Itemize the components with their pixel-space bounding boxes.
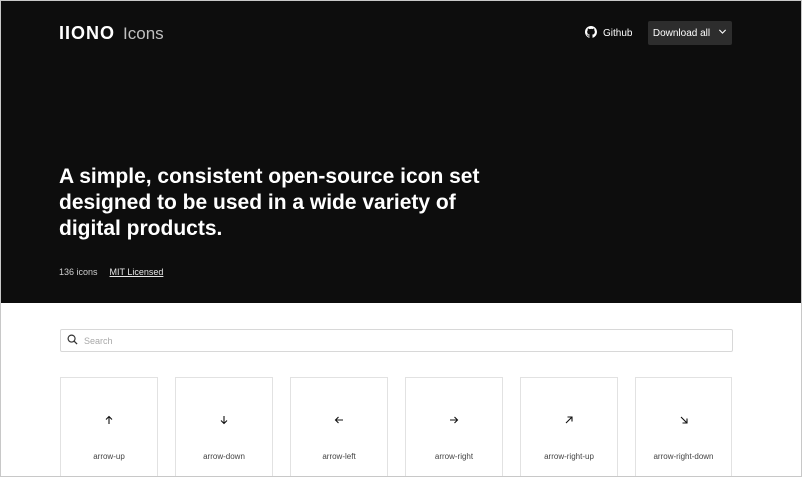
download-all-button[interactable]: Download all [648, 21, 732, 45]
brand-logo: IIONO [59, 23, 116, 43]
icon-card-label: arrow-right-up [544, 452, 594, 461]
icon-card-arrow-up[interactable]: arrow-up [60, 377, 158, 476]
github-label: Github [603, 28, 633, 39]
license-link[interactable]: MIT Licensed [110, 267, 164, 277]
arrow-right-icon [449, 412, 459, 424]
search-icon [61, 332, 84, 350]
download-all-label: Download all [652, 27, 711, 39]
hero-section: IIONO Icons Github Download all A simple… [1, 1, 801, 303]
icon-card-arrow-right-down[interactable]: arrow-right-down [635, 377, 732, 476]
github-icon [585, 26, 598, 41]
hero-headline: A simple, consistent open-source icon se… [59, 165, 480, 240]
chevron-down-icon [718, 27, 727, 39]
arrow-down-icon [219, 412, 229, 425]
brand[interactable]: IIONO Icons [59, 23, 164, 44]
icon-card-arrow-right-up[interactable]: arrow-right-up [520, 377, 618, 476]
arrow-right-up-icon [564, 412, 574, 424]
icon-card-arrow-right[interactable]: arrow-right [405, 377, 503, 476]
icon-grid: arrow-up arrow-down arrow-left arrow-rig… [60, 377, 733, 476]
arrow-left-icon [334, 412, 344, 424]
search-input[interactable] [84, 335, 724, 346]
arrow-up-icon [104, 412, 114, 424]
icon-card-label: arrow-down [203, 452, 245, 461]
icon-card-label: arrow-right-down [653, 452, 714, 461]
icon-card-arrow-down[interactable]: arrow-down [175, 377, 273, 476]
icon-card-label: arrow-left [322, 452, 356, 461]
brand-name: Icons [123, 23, 164, 43]
icon-card-label: arrow-up [93, 452, 125, 461]
github-link[interactable]: Github [585, 26, 632, 41]
top-bar: IIONO Icons Github Download all [59, 21, 732, 47]
hero-meta: 136 icons MIT Licensed [59, 267, 163, 277]
app-frame: IIONO Icons Github Download all A simple… [0, 0, 802, 477]
icon-card-arrow-left[interactable]: arrow-left [290, 377, 388, 476]
arrow-right-down-icon [679, 412, 689, 424]
search-bar[interactable] [60, 329, 733, 352]
icon-card-label: arrow-right [434, 452, 474, 461]
icon-count: 136 icons [59, 267, 98, 277]
